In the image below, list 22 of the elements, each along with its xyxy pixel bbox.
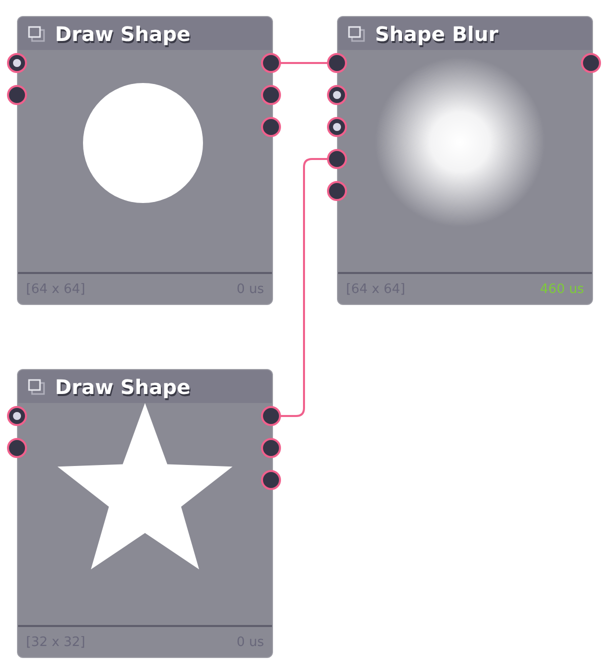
output-pin[interactable] <box>261 438 281 458</box>
node-title: Draw Shape <box>55 22 190 46</box>
duplicate-icon <box>348 26 366 42</box>
output-pin[interactable] <box>261 85 281 105</box>
node-header[interactable]: Draw Shape <box>18 17 272 50</box>
input-pin[interactable] <box>7 85 27 105</box>
output-pin[interactable] <box>581 53 601 73</box>
input-pin[interactable] <box>7 406 27 426</box>
input-pin[interactable] <box>327 181 347 201</box>
timing-label: 460 us <box>540 282 584 296</box>
output-pin[interactable] <box>261 117 281 137</box>
duplicate-icon <box>28 26 46 42</box>
node-title: Draw Shape <box>55 374 190 398</box>
input-pin[interactable] <box>7 53 27 73</box>
input-pin[interactable] <box>7 438 27 458</box>
node-title: Shape Blur <box>375 22 498 46</box>
node-header[interactable]: Draw Shape <box>18 370 272 403</box>
node-header[interactable]: Shape Blur <box>338 17 592 50</box>
input-pin[interactable] <box>327 117 347 137</box>
duplicate-icon <box>28 378 46 394</box>
output-pin[interactable] <box>261 470 281 490</box>
input-pin[interactable] <box>327 85 347 105</box>
